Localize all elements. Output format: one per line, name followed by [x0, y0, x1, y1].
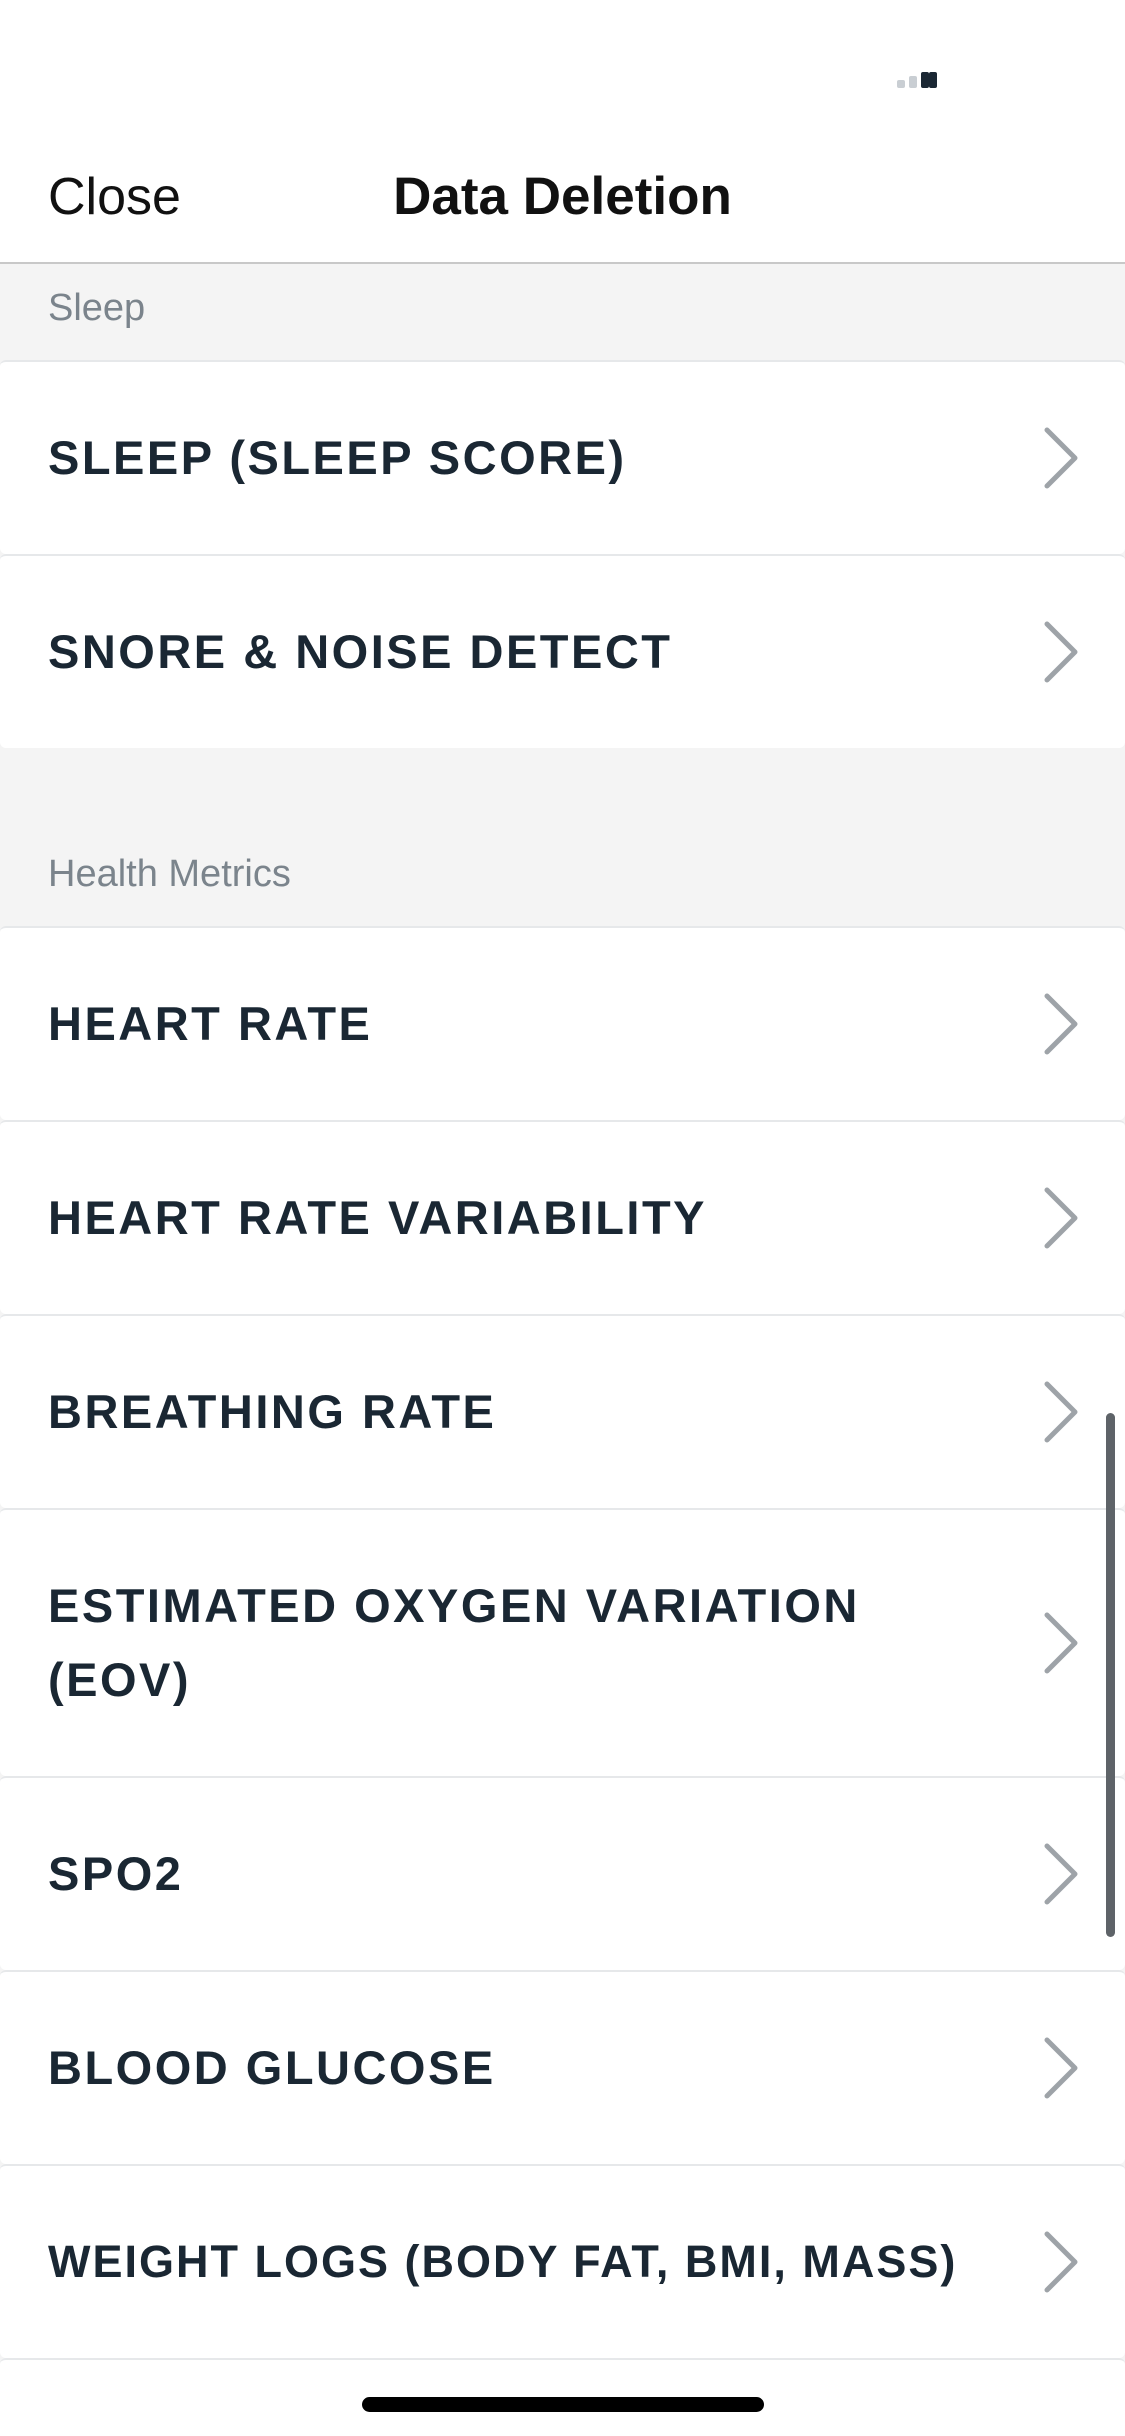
section-header-label: Health Metrics — [48, 853, 291, 895]
scrollbar[interactable] — [1106, 1413, 1115, 1937]
list-item-sleep-score[interactable]: SLEEP (SLEEP SCORE) — [0, 360, 1125, 554]
status-bar — [0, 0, 1125, 132]
list-item-blood-glucose[interactable]: BLOOD GLUCOSE — [0, 1970, 1125, 2164]
list-item-label: SNORE & NOISE DETECT — [48, 625, 673, 678]
settings-list[interactable]: Sleep SLEEP (SLEEP SCORE) SNORE & NOISE … — [0, 264, 1125, 2436]
navigation-bar: Close Data Deletion — [0, 132, 1125, 264]
list-item-label: HEART RATE VARIABILITY — [48, 1191, 708, 1244]
page-title: Data Deletion — [393, 167, 732, 226]
list-item-heart-rate[interactable]: HEART RATE — [0, 926, 1125, 1120]
list-item-label: BREATHING RATE — [48, 1385, 497, 1438]
chevron-right-icon — [1044, 1187, 1078, 1249]
chevron-right-icon — [1044, 2231, 1078, 2293]
list-item-label: SPO2 — [48, 1847, 184, 1900]
list-item-label: BLOOD GLUCOSE — [48, 2041, 496, 2094]
list-item-label: SLEEP (SLEEP SCORE) — [48, 431, 627, 484]
list-item-label: HEART RATE — [48, 997, 373, 1050]
list-item-snore-noise-detect[interactable]: SNORE & NOISE DETECT — [0, 554, 1125, 748]
list-item-label: WEIGHT LOGS (BODY FAT, BMI, MASS) — [48, 2236, 958, 2287]
chevron-right-icon — [1044, 993, 1078, 1055]
list-item-heart-rate-variability[interactable]: HEART RATE VARIABILITY — [0, 1120, 1125, 1314]
list-item-estimated-oxygen-variation[interactable]: ESTIMATED OXYGEN VARIATION (EOV) — [0, 1508, 1125, 1776]
home-indicator[interactable] — [362, 2397, 764, 2412]
chevron-right-icon — [1044, 2037, 1078, 2099]
chevron-right-icon — [1044, 621, 1078, 683]
list-item-breathing-rate[interactable]: BREATHING RATE — [0, 1314, 1125, 1508]
section-header-sleep: Sleep — [0, 264, 1125, 360]
signal-strength-icon — [897, 66, 937, 88]
chevron-right-icon — [1044, 427, 1078, 489]
list-item-label: ESTIMATED OXYGEN VARIATION (EOV) — [48, 1579, 860, 1706]
chevron-right-icon — [1044, 1381, 1078, 1443]
section-header-health-metrics: Health Metrics — [0, 748, 1125, 926]
chevron-right-icon — [1044, 1843, 1078, 1905]
list-item-weight-logs[interactable]: WEIGHT LOGS (BODY FAT, BMI, MASS) — [0, 2164, 1125, 2358]
list-item-spo2[interactable]: SPO2 — [0, 1776, 1125, 1970]
chevron-right-icon — [1044, 1612, 1078, 1674]
section-header-label: Sleep — [48, 287, 146, 329]
